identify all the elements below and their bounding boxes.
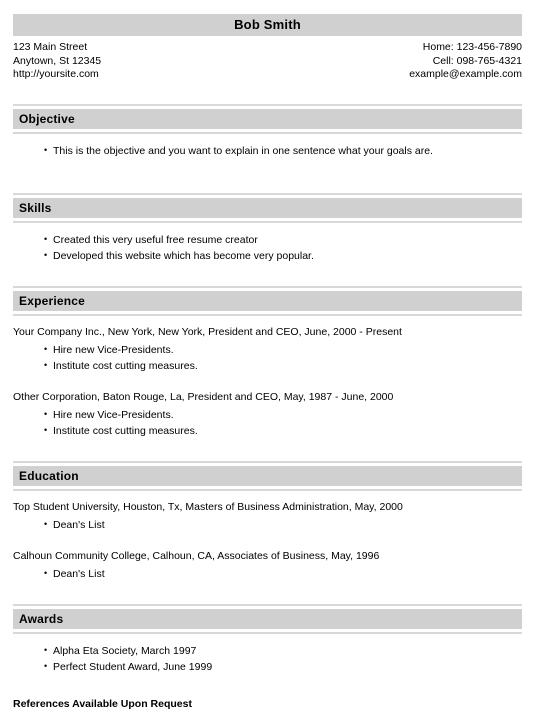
entry-bullet-list: Dean's List <box>13 516 522 533</box>
list-item: This is the objective and you want to ex… <box>44 142 522 159</box>
entry-headline: Top Student University, Houston, Tx, Mas… <box>13 500 403 513</box>
contact-city-state-zip: Anytown, St 12345 <box>13 54 102 67</box>
list-item: Created this very useful free resume cre… <box>44 231 522 248</box>
references-note: References Available Upon Request <box>13 697 192 710</box>
list-item: Hire new Vice-Presidents. <box>44 341 522 358</box>
section-body-awards: Alpha Eta Society, March 1997 Perfect St… <box>13 634 522 675</box>
awards-bullet-list: Alpha Eta Society, March 1997 Perfect St… <box>13 642 522 675</box>
list-item: Dean's List <box>44 516 522 533</box>
section-heading-objective: Objective <box>13 108 522 129</box>
list-item: Institute cost cutting measures. <box>44 422 522 439</box>
experience-entry: Other Corporation, Baton Rouge, La, Pres… <box>13 390 522 439</box>
entry-headline: Your Company Inc., New York, New York, P… <box>13 325 402 338</box>
contact-address-column: 123 Main Street Anytown, St 12345 http:/… <box>13 41 101 82</box>
contact-street: 123 Main Street <box>13 41 88 53</box>
education-entry: Top Student University, Houston, Tx, Mas… <box>13 500 522 533</box>
section-education: Education Top Student University, Housto… <box>13 460 522 582</box>
section-rule-top <box>13 603 522 606</box>
section-heading-skills: Skills <box>13 197 522 218</box>
objective-bullet-list: This is the objective and you want to ex… <box>13 142 522 159</box>
section-heading-experience: Experience <box>13 290 522 311</box>
entry-headline: Calhoun Community College, Calhoun, CA, … <box>13 549 380 562</box>
section-rule-top <box>13 192 522 195</box>
list-item: Perfect Student Award, June 1999 <box>44 658 522 675</box>
contact-cell-phone: Cell: 098-765-4321 <box>432 54 522 67</box>
list-item: Hire new Vice-Presidents. <box>44 406 522 423</box>
section-rule-top <box>13 285 522 288</box>
list-item: Developed this website which has become … <box>44 247 522 264</box>
section-rule-top <box>13 103 522 106</box>
education-entry: Calhoun Community College, Calhoun, CA, … <box>13 549 522 582</box>
section-rule-top <box>13 460 522 463</box>
section-body-objective: This is the objective and you want to ex… <box>13 134 522 171</box>
section-awards: Awards Alpha Eta Society, March 1997 Per… <box>13 603 522 675</box>
contact-home-phone: Home: 123-456-7890 <box>422 41 522 53</box>
contact-website-link[interactable]: http://yoursite.com <box>13 68 101 82</box>
entry-bullet-list: Hire new Vice-Presidents. Institute cost… <box>13 341 522 374</box>
entry-bullet-list: Dean's List <box>13 565 522 582</box>
contact-email-link[interactable]: example@example.com <box>409 68 522 82</box>
experience-entry: Your Company Inc., New York, New York, P… <box>13 325 522 374</box>
section-body-skills: Created this very useful free resume cre… <box>13 223 522 264</box>
list-item: Dean's List <box>44 565 522 582</box>
section-heading-awards: Awards <box>13 608 522 629</box>
section-objective: Objective This is the objective and you … <box>13 103 522 171</box>
list-item: Alpha Eta Society, March 1997 <box>44 642 522 659</box>
entry-bullet-list: Hire new Vice-Presidents. Institute cost… <box>13 406 522 439</box>
section-body-experience: Your Company Inc., New York, New York, P… <box>13 316 522 439</box>
resume-name-banner: Bob Smith <box>13 14 522 36</box>
list-item: Institute cost cutting measures. <box>44 357 522 374</box>
section-heading-education: Education <box>13 465 522 486</box>
section-skills: Skills Created this very useful free res… <box>13 192 522 264</box>
contact-phone-column: Home: 123-456-7890 Cell: 098-765-4321 ex… <box>409 41 522 82</box>
section-body-education: Top Student University, Houston, Tx, Mas… <box>13 491 522 582</box>
resume-page: Bob Smith 123 Main Street Anytown, St 12… <box>0 0 535 710</box>
entry-headline: Other Corporation, Baton Rouge, La, Pres… <box>13 390 394 403</box>
skills-bullet-list: Created this very useful free resume cre… <box>13 231 522 264</box>
section-experience: Experience Your Company Inc., New York, … <box>13 285 522 439</box>
contact-block: 123 Main Street Anytown, St 12345 http:/… <box>13 41 522 82</box>
